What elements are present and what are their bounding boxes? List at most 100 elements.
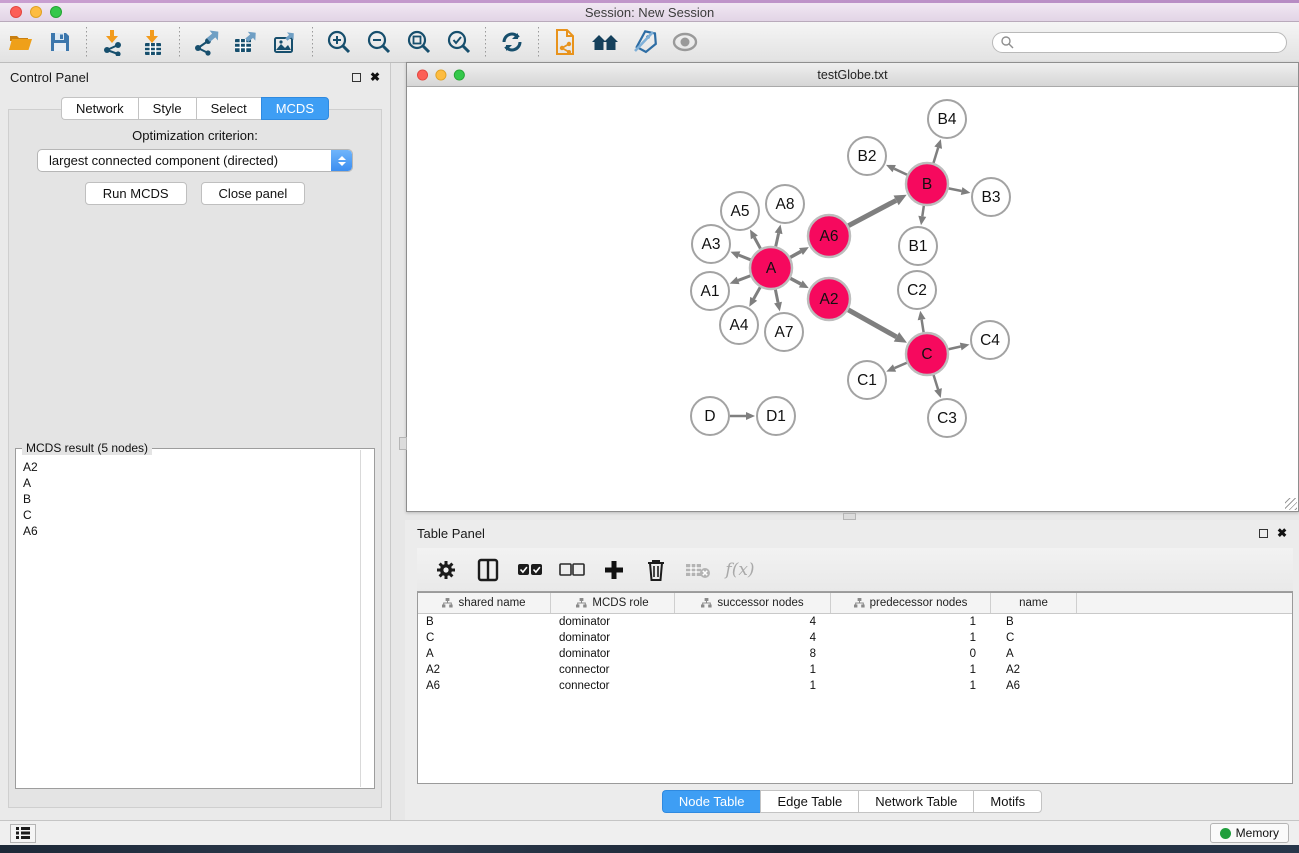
mcds-result-item[interactable]: A <box>23 475 366 491</box>
zoom-in-icon[interactable] <box>319 25 359 59</box>
graph-edge-C-C1[interactable] <box>895 363 907 368</box>
zoom-out-icon[interactable] <box>359 25 399 59</box>
graph-edge-B-B3[interactable] <box>949 188 962 191</box>
tab-network-table[interactable]: Network Table <box>858 790 973 813</box>
import-table-icon[interactable] <box>133 25 173 59</box>
mcds-result-item[interactable]: C <box>23 507 366 523</box>
open-sample-session-icon[interactable] <box>545 25 585 59</box>
table-row[interactable]: Cdominator41C <box>418 630 1292 646</box>
tab-edge-table[interactable]: Edge Table <box>760 790 858 813</box>
column-header-shared-name[interactable]: shared name <box>418 593 551 613</box>
table-row[interactable]: Bdominator41B <box>418 614 1292 630</box>
tab-network[interactable]: Network <box>61 97 138 120</box>
table-cell[interactable]: B <box>418 614 551 630</box>
show-column-icon[interactable] <box>475 557 501 583</box>
graph-edge-A-A5[interactable] <box>754 237 760 248</box>
tab-motifs[interactable]: Motifs <box>973 790 1042 813</box>
column-header-predecessor-nodes[interactable]: predecessor nodes <box>831 593 991 613</box>
save-session-icon[interactable] <box>40 25 80 59</box>
graph-edge-B-B1[interactable] <box>922 206 924 217</box>
graph-edge-A-A1[interactable] <box>738 276 750 281</box>
graph-edge-A2-C[interactable] <box>848 310 896 337</box>
table-cell[interactable]: C <box>991 630 1077 646</box>
graph-edge-A-A7[interactable] <box>775 290 778 303</box>
graph-edge-A-A8[interactable] <box>776 233 779 246</box>
table-cell[interactable]: 1 <box>675 662 831 678</box>
graph-edge-B-B4[interactable] <box>933 148 938 163</box>
memory-button[interactable]: Memory <box>1210 823 1289 843</box>
table-cell[interactable]: A2 <box>418 662 551 678</box>
mcds-result-item[interactable]: A6 <box>23 523 366 539</box>
window-resize-grip[interactable] <box>1285 498 1297 510</box>
tab-select[interactable]: Select <box>196 97 261 120</box>
table-cell[interactable]: A <box>991 646 1077 662</box>
table-cell[interactable]: C <box>418 630 551 646</box>
table-cell[interactable]: A6 <box>418 678 551 694</box>
import-network-icon[interactable] <box>93 25 133 59</box>
table-cell[interactable]: 1 <box>831 678 991 694</box>
table-cell[interactable]: 8 <box>675 646 831 662</box>
close-panel-button[interactable]: Close panel <box>201 182 306 205</box>
task-history-button[interactable] <box>10 824 36 843</box>
table-cell[interactable]: 0 <box>831 646 991 662</box>
select-all-icon[interactable] <box>517 557 543 583</box>
search-field[interactable] <box>992 32 1287 53</box>
zoom-selected-icon[interactable] <box>439 25 479 59</box>
graph-edge-A-A3[interactable] <box>739 255 751 260</box>
tab-mcds[interactable]: MCDS <box>261 97 329 120</box>
refresh-icon[interactable] <box>492 25 532 59</box>
column-header-successor-nodes[interactable]: successor nodes <box>675 593 831 613</box>
export-image-icon[interactable] <box>266 25 306 59</box>
reset-view-icon[interactable] <box>585 25 625 59</box>
unselect-all-icon[interactable] <box>559 557 585 583</box>
search-input[interactable] <box>1014 35 1286 49</box>
table-cell[interactable]: connector <box>551 662 675 678</box>
graph-edge-A6-B[interactable] <box>848 200 896 225</box>
table-settings-gear-icon[interactable] <box>433 557 459 583</box>
export-network-icon[interactable] <box>186 25 226 59</box>
float-panel-icon[interactable] <box>352 73 361 82</box>
column-header-MCDS-role[interactable]: MCDS role <box>551 593 675 613</box>
zoom-fit-icon[interactable] <box>399 25 439 59</box>
table-cell[interactable]: A6 <box>991 678 1077 694</box>
network-canvas[interactable]: B4B2BB3A5A8A6B1A3AA1C2A2A4A7C4CC1C3DD1 <box>407 87 1298 511</box>
open-session-icon[interactable] <box>0 25 40 59</box>
tab-node-table[interactable]: Node Table <box>662 790 761 813</box>
table-cell[interactable]: dominator <box>551 614 675 630</box>
table-cell[interactable]: 1 <box>675 678 831 694</box>
run-mcds-button[interactable]: Run MCDS <box>85 182 187 205</box>
show-hide-panel-eye-icon[interactable] <box>665 25 705 59</box>
export-table-icon[interactable] <box>226 25 266 59</box>
table-cell[interactable]: dominator <box>551 646 675 662</box>
mcds-result-item[interactable]: B <box>23 491 366 507</box>
network-window-titlebar[interactable]: testGlobe.txt <box>407 63 1298 87</box>
table-cell[interactable]: A <box>418 646 551 662</box>
graph-edge-A-A4[interactable] <box>754 287 761 299</box>
table-cell[interactable]: 1 <box>831 630 991 646</box>
table-row[interactable]: A2connector11A2 <box>418 662 1292 678</box>
table-cell[interactable]: connector <box>551 678 675 694</box>
mcds-result-item[interactable]: A2 <box>23 459 366 475</box>
table-cell[interactable]: 4 <box>675 614 831 630</box>
close-panel-icon[interactable]: ✖ <box>370 73 380 82</box>
column-header-name[interactable]: name <box>991 593 1077 613</box>
graph-edge-C-C4[interactable] <box>948 347 960 350</box>
graph-edge-B-B2[interactable] <box>894 169 907 175</box>
graph-edge-C-C3[interactable] <box>934 375 938 389</box>
close-table-panel-icon[interactable]: ✖ <box>1277 529 1287 538</box>
table-cell[interactable]: dominator <box>551 630 675 646</box>
graph-edge-A-A6[interactable] <box>790 251 801 257</box>
hide-labels-icon[interactable] <box>625 25 665 59</box>
delete-row-trash-icon[interactable] <box>643 557 669 583</box>
table-cell[interactable]: B <box>991 614 1077 630</box>
table-cell[interactable]: 1 <box>831 662 991 678</box>
network-graph[interactable]: B4B2BB3A5A8A6B1A3AA1C2A2A4A7C4CC1C3DD1 <box>407 87 1298 511</box>
table-row[interactable]: Adominator80A <box>418 646 1292 662</box>
graph-edge-C-C2[interactable] <box>922 320 924 333</box>
table-row[interactable]: A6connector11A6 <box>418 678 1292 694</box>
table-splitter-handle[interactable] <box>843 513 856 520</box>
mcds-result-list[interactable]: A2ABCA6 <box>16 449 374 539</box>
criterion-dropdown[interactable]: largest connected component (directed) <box>37 149 353 172</box>
float-table-panel-icon[interactable] <box>1259 529 1268 538</box>
graph-edge-A-A2[interactable] <box>790 278 800 284</box>
